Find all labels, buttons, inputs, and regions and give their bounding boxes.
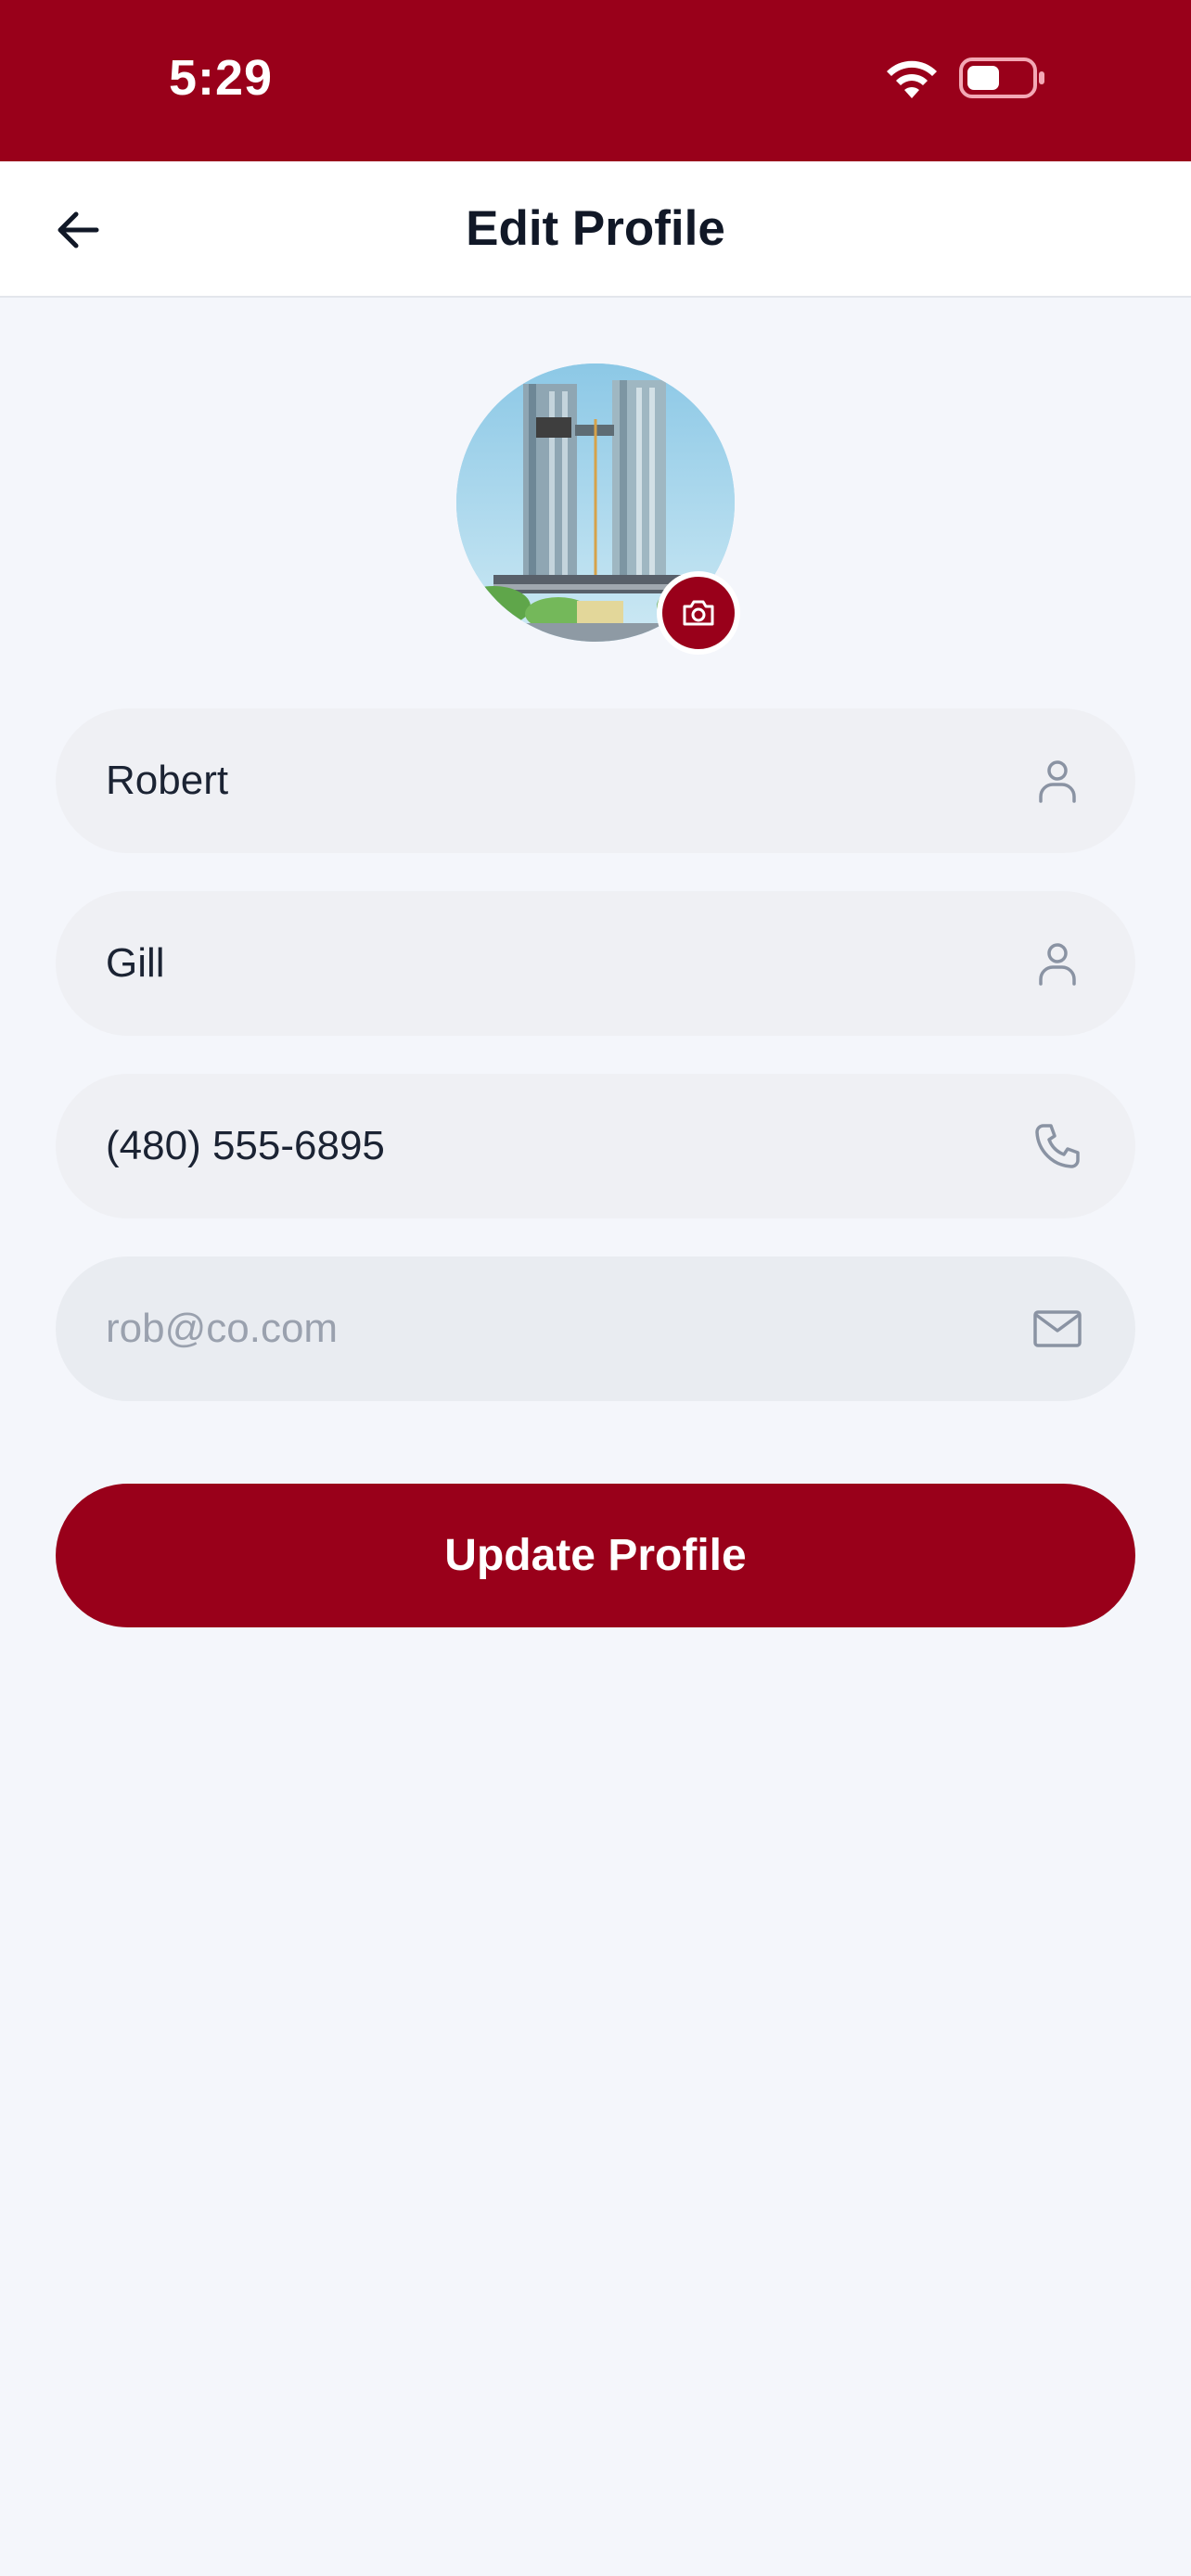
user-icon [1030, 753, 1085, 809]
first-name-field[interactable] [56, 708, 1135, 853]
wifi-icon [887, 60, 937, 98]
last-name-input[interactable] [106, 940, 978, 987]
battery-icon [959, 57, 1044, 98]
arrow-left-icon [58, 211, 99, 249]
phone-field[interactable] [56, 1074, 1135, 1218]
status-bar: 5:29 [0, 0, 1191, 161]
mail-icon [1030, 1301, 1085, 1357]
first-name-input[interactable] [106, 758, 978, 804]
phone-icon [1030, 1118, 1085, 1174]
avatar-container [456, 363, 740, 655]
nav-bar: Edit Profile [0, 161, 1191, 298]
status-time: 5:29 [169, 50, 274, 106]
back-button[interactable] [37, 189, 119, 271]
update-profile-button[interactable]: Update Profile [56, 1484, 1135, 1627]
change-photo-button[interactable] [657, 571, 740, 655]
email-field[interactable] [56, 1256, 1135, 1401]
camera-icon [683, 600, 714, 626]
phone-input[interactable] [106, 1123, 978, 1169]
user-icon [1030, 936, 1085, 991]
page-title: Edit Profile [466, 201, 725, 256]
last-name-field[interactable] [56, 891, 1135, 1036]
email-input[interactable] [106, 1306, 978, 1352]
